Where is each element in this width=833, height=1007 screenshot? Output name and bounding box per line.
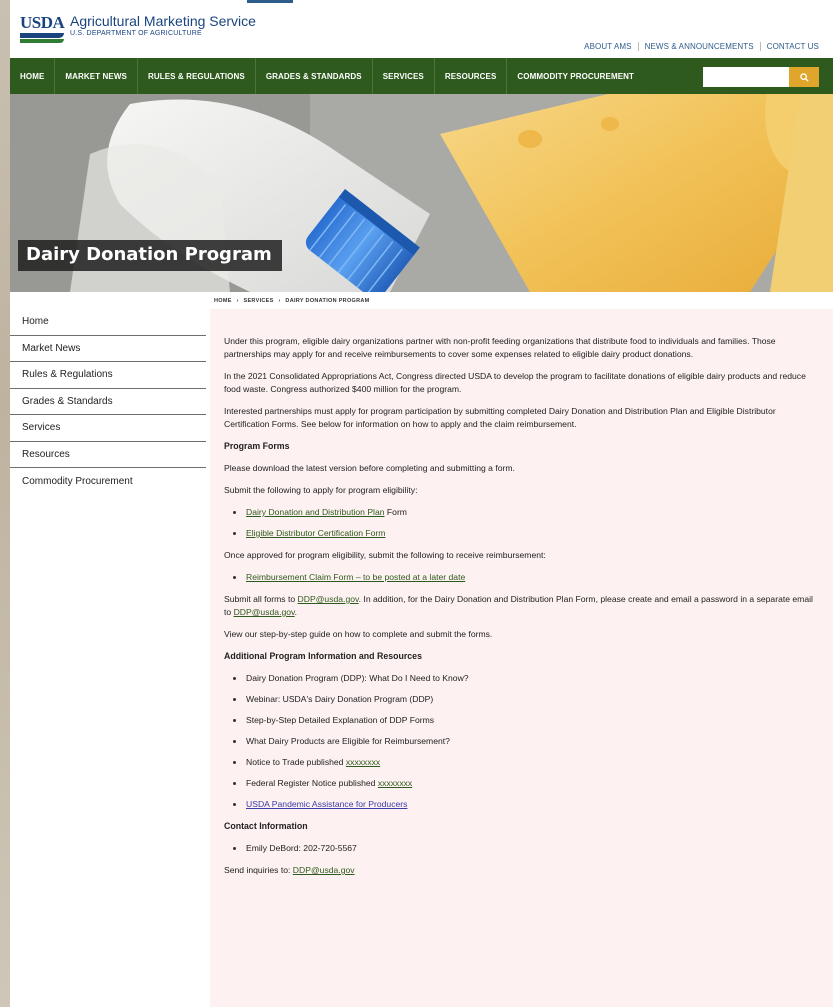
usda-logo[interactable]: USDA Agricultural Marketing Service U.S.… — [20, 14, 256, 44]
list-item: Step-by-Step Detailed Explanation of DDP… — [224, 714, 819, 727]
inquiries-email-link[interactable]: DDP@usda.gov — [293, 865, 355, 875]
department-name: U.S. DEPARTMENT OF AGRICULTURE — [70, 30, 202, 37]
site-header: USDA Agricultural Marketing Service U.S.… — [10, 0, 833, 58]
sidebar-item-services[interactable]: Services — [10, 415, 206, 442]
breadcrumb: HOME › SERVICES › DAIRY DONATION PROGRAM — [214, 298, 373, 304]
partnership-paragraph: Interested partnerships must apply for p… — [224, 406, 776, 429]
list-item: Notice to Trade published xxxxxxxx — [224, 756, 819, 769]
nav-grades-standards[interactable]: GRADES & STANDARDS — [256, 58, 373, 94]
inquiries-prefix: Send inquiries to: — [224, 865, 293, 875]
breadcrumb-current: DAIRY DONATION PROGRAM — [285, 298, 370, 304]
reimbursement-forms-list: Reimbursement Claim Form – to be posted … — [224, 571, 819, 584]
additional-info-list: Dairy Donation Program (DDP): What Do I … — [224, 672, 819, 811]
contact-list: Emily DeBord: 202-720-5567 — [224, 842, 819, 855]
guide-text: View our step-by-step guide on how to co… — [224, 629, 493, 639]
breadcrumb-separator: › — [236, 298, 239, 304]
logo-swoosh-blue — [20, 33, 64, 38]
main-content: Under this program, eligible dairy organ… — [210, 309, 833, 1007]
federal-notice-prefix: Federal Register Notice published — [246, 778, 378, 788]
pandemic-assistance-link[interactable]: USDA Pandemic Assistance for Producers — [246, 799, 407, 809]
page: USDA Agricultural Marketing Service U.S.… — [10, 0, 833, 1007]
federal-notice-link[interactable]: xxxxxxxx — [378, 778, 412, 788]
hero-banner: Dairy Donation Program — [10, 94, 833, 292]
sidebar-item-resources[interactable]: Resources — [10, 442, 206, 468]
ddp-email-link-password[interactable]: DDP@usda.gov — [234, 607, 295, 617]
submit-instructions: Submit all forms to DDP@usda.gov. In add… — [224, 593, 819, 619]
sidebar-item-grades-standards[interactable]: Grades & Standards — [10, 389, 206, 415]
list-item: USDA Pandemic Assistance for Producers — [224, 798, 819, 811]
utility-nav: ABOUT AMS NEWS & ANNOUNCEMENTS CONTACT U… — [584, 42, 819, 51]
search-input[interactable] — [703, 67, 789, 87]
reimbursement-instruction: Once approved for program eligibility, s… — [224, 550, 546, 560]
contact-heading: Contact Information — [224, 821, 308, 831]
logo-swoosh-green — [20, 39, 64, 43]
top-accent-bar — [247, 0, 293, 3]
list-item: Emily DeBord: 202-720-5567 — [224, 842, 819, 855]
reimbursement-claim-link[interactable]: Reimbursement Claim Form – to be posted … — [246, 572, 465, 582]
util-about-ams[interactable]: ABOUT AMS — [584, 42, 631, 51]
list-item: Dairy Donation and Distribution Plan For… — [224, 506, 819, 519]
usda-logo-mark: USDA — [20, 13, 65, 44]
search-form — [703, 67, 819, 87]
eligibility-forms-list: Dairy Donation and Distribution Plan For… — [224, 506, 819, 540]
util-separator — [759, 42, 761, 51]
distributor-certification-link[interactable]: Eligible Distributor Certification Form — [246, 528, 385, 538]
search-icon — [799, 72, 809, 82]
nav-commodity-procurement[interactable]: COMMODITY PROCUREMENT — [507, 58, 644, 94]
eligibility-instruction: Submit the following to apply for progra… — [224, 485, 418, 495]
inquiries-text: Send inquiries to: DDP@usda.gov — [224, 864, 819, 877]
page-title: Dairy Donation Program — [18, 240, 282, 271]
list-item: Webinar: USDA's Dairy Donation Program (… — [224, 693, 819, 706]
program-forms-heading: Program Forms — [224, 441, 290, 451]
nav-rules-regulations[interactable]: RULES & REGULATIONS — [138, 58, 256, 94]
sidebar-item-market-news[interactable]: Market News — [10, 336, 206, 362]
submit-suffix: . — [294, 607, 298, 617]
breadcrumb-separator: › — [278, 298, 281, 304]
util-news-announcements[interactable]: NEWS & ANNOUNCEMENTS — [645, 42, 754, 51]
notice-trade-link[interactable]: xxxxxxxx — [346, 757, 380, 767]
main-nav: HOME MARKET NEWS RULES & REGULATIONS GRA… — [10, 58, 833, 94]
additional-info-heading: Additional Program Information and Resou… — [224, 651, 422, 661]
forms-instruction: Please download the latest version befor… — [224, 463, 515, 473]
sidebar-item-home[interactable]: Home — [10, 309, 206, 336]
agency-block: Agricultural Marketing Service U.S. DEPA… — [70, 13, 256, 38]
list-item: Reimbursement Claim Form – to be posted … — [224, 571, 819, 584]
intro-paragraph: Under this program, eligible dairy organ… — [224, 336, 776, 359]
sidebar-nav: Home Market News Rules & Regulations Gra… — [10, 309, 206, 495]
list-item: What Dairy Products are Eligible for Rei… — [224, 735, 819, 748]
notice-trade-prefix: Notice to Trade published — [246, 757, 346, 767]
ddp-plan-form-link[interactable]: Dairy Donation and Distribution Plan — [246, 507, 385, 517]
usda-logo-letters: USDA — [20, 13, 65, 32]
util-separator — [637, 42, 639, 51]
agency-name: Agricultural Marketing Service — [70, 13, 256, 29]
list-item: Dairy Donation Program (DDP): What Do I … — [224, 672, 819, 685]
search-button[interactable] — [789, 67, 819, 87]
submit-prefix: Submit all forms to — [224, 594, 298, 604]
form-suffix: Form — [384, 507, 407, 517]
sidebar-item-commodity-procurement[interactable]: Commodity Procurement — [10, 468, 206, 495]
nav-home[interactable]: HOME — [10, 58, 56, 94]
nav-services[interactable]: SERVICES — [373, 58, 435, 94]
appropriations-paragraph: In the 2021 Consolidated Appropriations … — [224, 371, 806, 394]
breadcrumb-home[interactable]: HOME — [214, 298, 232, 304]
nav-resources[interactable]: RESOURCES — [435, 58, 508, 94]
list-item: Eligible Distributor Certification Form — [224, 527, 819, 540]
ddp-email-link[interactable]: DDP@usda.gov — [298, 594, 359, 604]
util-contact-us[interactable]: CONTACT US — [767, 42, 819, 51]
list-item: Federal Register Notice published xxxxxx… — [224, 777, 819, 790]
nav-market-news[interactable]: MARKET NEWS — [55, 58, 138, 94]
breadcrumb-services[interactable]: SERVICES — [244, 298, 274, 304]
sidebar-item-rules-regulations[interactable]: Rules & Regulations — [10, 362, 206, 389]
